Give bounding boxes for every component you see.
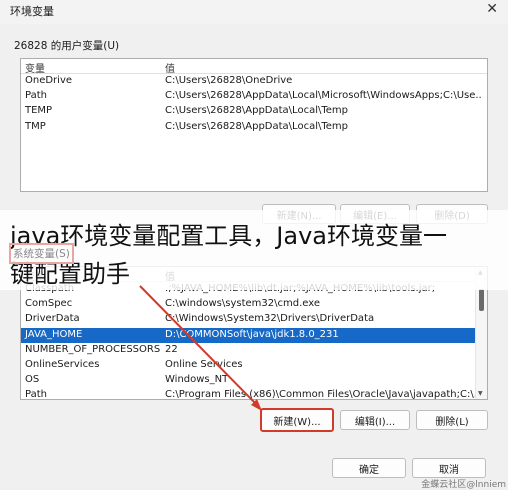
var-value: C:\Program Files (x86)\Common Files\Orac… xyxy=(165,389,481,400)
watermark: 金蝶云社区@lnniem xyxy=(421,480,506,490)
system-var-row[interactable]: OS Windows_NT xyxy=(21,373,487,388)
column-header-variable[interactable]: 变量 xyxy=(25,60,45,75)
user-variables-list[interactable]: 变量 值 OneDrive C:\Users\26828\OneDrive Pat… xyxy=(20,58,488,192)
var-value: D:\COMMONSoft\java\jdk1.8.0_231 xyxy=(165,328,339,340)
var-value: C:\windows\system32\cmd.exe xyxy=(165,298,320,310)
system-var-row[interactable]: Path C:\Program Files (x86)\Common Files\… xyxy=(21,388,487,400)
scroll-down-icon[interactable]: ▼ xyxy=(478,390,483,397)
var-value: C:\Users\26828\AppData\Local\Temp xyxy=(165,105,348,117)
user-var-row[interactable]: TEMP C:\Users\26828\AppData\Local\Temp xyxy=(21,104,487,119)
var-value: C:\Windows\System32\Drivers\DriverData xyxy=(165,313,375,325)
var-name: DriverData xyxy=(25,313,80,325)
scrollbar-thumb[interactable] xyxy=(479,289,484,311)
close-icon[interactable]: ✕ xyxy=(486,1,498,17)
var-value: C:\Users\26828\OneDrive xyxy=(165,75,293,86)
system-edit-button[interactable]: 编辑(I)... xyxy=(340,410,410,430)
user-var-row[interactable]: TMP C:\Users\26828\AppData\Local\Temp xyxy=(21,120,487,135)
var-name: TEMP xyxy=(25,105,53,117)
system-variables-label: 系统变量(S) xyxy=(9,243,74,264)
system-new-button[interactable]: 新建(W)... xyxy=(260,408,334,432)
system-delete-button[interactable]: 删除(L) xyxy=(416,410,488,430)
var-name: OnlineServices xyxy=(25,358,100,370)
title-bar: 环境变量 ✕ xyxy=(0,0,508,24)
column-header-value[interactable]: 值 xyxy=(165,60,175,75)
article-title-overlay: java环境变量配置工具，Java环境变量一 键配置助手 xyxy=(0,210,508,290)
var-value: Windows_NT xyxy=(165,374,229,386)
system-var-row[interactable]: DriverData C:\Windows\System32\Drivers\Dr… xyxy=(21,312,487,327)
var-name: OS xyxy=(25,374,40,386)
system-var-row[interactable]: ComSpec C:\windows\system32\cmd.exe xyxy=(21,297,487,312)
var-name: ComSpec xyxy=(25,298,73,310)
cancel-button[interactable]: 取消 xyxy=(412,458,486,478)
var-name: OneDrive xyxy=(25,75,73,86)
var-name: Path xyxy=(25,90,47,102)
overlay-title-line1: java环境变量配置工具，Java环境变量一 xyxy=(10,222,447,250)
var-name: NUMBER_OF_PROCESSORS xyxy=(25,343,161,355)
var-name: TMP xyxy=(25,120,46,132)
user-variables-label: 26828 的用户变量(U) xyxy=(14,40,120,52)
var-value: C:\Users\26828\AppData\Local\Microsoft\W… xyxy=(165,90,481,102)
system-var-row[interactable]: OnlineServices Online Services xyxy=(21,358,487,373)
window-title: 环境变量 xyxy=(10,5,54,18)
system-var-row-selected[interactable]: JAVA_HOME D:\COMMONSoft\java\jdk1.8.0_231 xyxy=(21,327,487,343)
var-name: Path xyxy=(25,389,47,400)
var-value: 22 xyxy=(165,343,178,355)
system-var-row[interactable]: NUMBER_OF_PROCESSORS 22 xyxy=(21,343,487,358)
user-list-header: 变量 值 xyxy=(21,59,487,75)
user-var-row[interactable]: Path C:\Users\26828\AppData\Local\Microso… xyxy=(21,89,487,104)
var-name: JAVA_HOME xyxy=(25,328,83,340)
ok-button[interactable]: 确定 xyxy=(332,458,406,478)
var-value: C:\Users\26828\AppData\Local\Temp xyxy=(165,120,348,132)
user-var-row[interactable]: OneDrive C:\Users\26828\OneDrive xyxy=(21,74,487,89)
var-value: Online Services xyxy=(165,358,243,370)
